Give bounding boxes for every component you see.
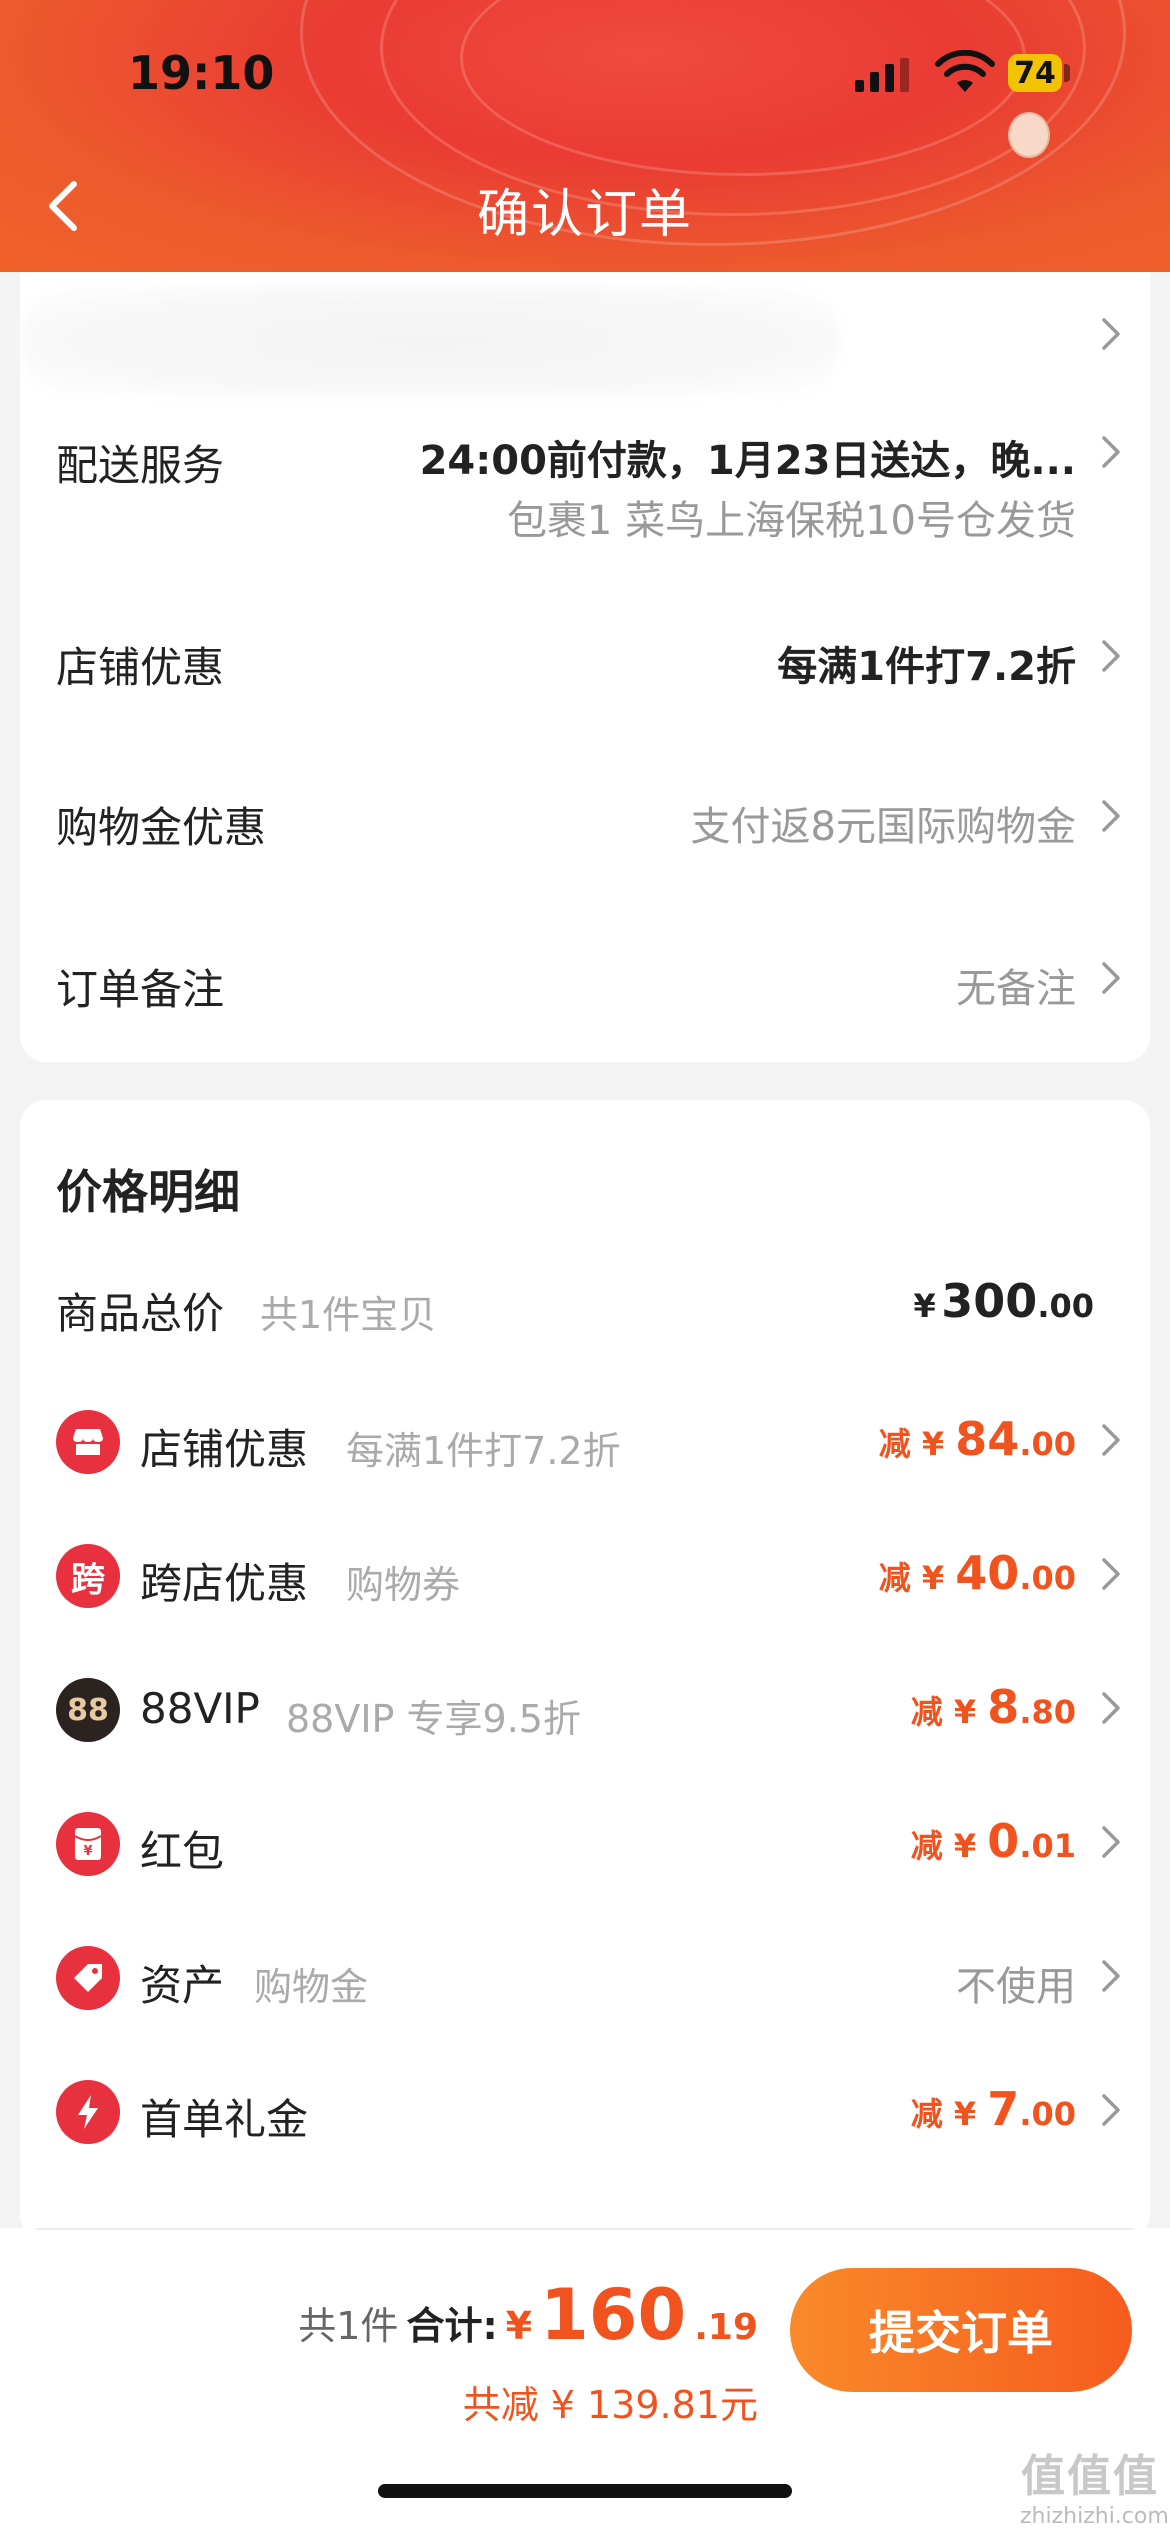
price-detail-card: 价格明细 商品总价 共1件宝贝 ¥ 300.00 店铺优惠 每满1件打7.2折 … <box>20 1100 1150 2240</box>
first-order-gift-label: 首单礼金 <box>140 2095 309 2144</box>
goods-total-label: 商品总价 <box>56 1289 225 1338</box>
divider <box>36 2228 1134 2230</box>
delivery-label: 配送服务 <box>56 441 225 490</box>
lantern-icon <box>1008 112 1050 158</box>
cross-store-amount: 减 ¥ 40.00 <box>878 1546 1076 1600</box>
asset-value: 不使用 <box>956 1964 1076 2010</box>
status-time: 19:10 <box>128 46 275 100</box>
delivery-service-row[interactable]: 配送服务 24:00前付款，1月23日送达，晚... 包裹1 菜鸟上海保税10号… <box>20 412 1150 562</box>
address-row[interactable] <box>20 272 1150 402</box>
red-packet-label: 红包 <box>140 1827 225 1876</box>
watermark: 值值值 zhizhizhi.com <box>1020 2440 1169 2529</box>
total-saved: 共减 ¥ 139.81元 <box>462 2383 758 2427</box>
lightning-icon <box>56 2080 120 2144</box>
chevron-right-icon <box>1102 1424 1120 1456</box>
chevron-right-icon <box>1102 1960 1120 1992</box>
first-order-gift-amount: 减 ¥ 7.00 <box>910 2082 1076 2136</box>
shopping-credit-value: 支付返8元国际购物金 <box>690 804 1076 850</box>
submit-order-button[interactable]: 提交订单 <box>790 2268 1132 2392</box>
store-discount-value: 每满1件打7.2折 <box>777 644 1076 690</box>
total-currency: ¥ <box>505 2304 533 2348</box>
asset-row[interactable]: 资产 购物金 不使用 <box>20 1928 1150 2028</box>
cross-store-label: 跨店优惠 <box>140 1559 309 1608</box>
price-detail-title: 价格明细 <box>56 1165 240 1219</box>
order-note-label: 订单备注 <box>56 965 225 1014</box>
store-discount-row[interactable]: 店铺优惠 每满1件打7.2折 <box>20 612 1150 712</box>
store-icon <box>56 1410 120 1474</box>
asset-sub: 购物金 <box>254 1965 369 2009</box>
cross-store-sub: 购物券 <box>346 1563 461 1607</box>
order-info-card: 配送服务 24:00前付款，1月23日送达，晚... 包裹1 菜鸟上海保税10号… <box>20 272 1150 1062</box>
shopping-credit-row[interactable]: 购物金优惠 支付返8元国际购物金 <box>20 772 1150 872</box>
total-label: 合计: <box>406 2304 498 2348</box>
chevron-right-icon <box>1102 1692 1120 1724</box>
battery-icon: 74 <box>1008 54 1062 92</box>
home-indicator[interactable] <box>378 2484 792 2498</box>
battery-tip <box>1064 64 1070 82</box>
header-bar: 19:10 74 确认订单 <box>0 0 1170 272</box>
total-decimal: .19 <box>694 2307 758 2348</box>
chevron-right-icon <box>1102 962 1120 994</box>
red-packet-icon: ¥ <box>56 1812 120 1876</box>
shopping-credit-label: 购物金优惠 <box>56 803 267 852</box>
store-discount-detail-sub: 每满1件打7.2折 <box>346 1429 621 1473</box>
address-redacted <box>20 286 840 396</box>
goods-total-amount: ¥ 300.00 <box>913 1274 1094 1328</box>
chevron-right-icon <box>1102 2094 1120 2126</box>
chevron-right-icon <box>1102 318 1120 350</box>
store-discount-amount: 减 ¥ 84.00 <box>878 1412 1076 1466</box>
store-discount-detail-row[interactable]: 店铺优惠 每满1件打7.2折 减 ¥ 84.00 <box>20 1392 1150 1492</box>
vip88-discount-row[interactable]: 88 88VIP 88VIP 专享9.5折 减 ¥ 8.80 <box>20 1660 1150 1760</box>
store-discount-detail-label: 店铺优惠 <box>140 1425 309 1474</box>
delivery-value: 24:00前付款，1月23日送达，晚... <box>419 438 1076 484</box>
chevron-right-icon <box>1102 800 1120 832</box>
cross-store-icon: 跨 <box>56 1544 120 1608</box>
vip88-sub: 88VIP 专享9.5折 <box>286 1697 581 1741</box>
chevron-right-icon <box>1102 640 1120 672</box>
red-packet-amount: 减 ¥ 0.01 <box>910 1814 1076 1868</box>
red-packet-row[interactable]: ¥ 红包 减 ¥ 0.01 <box>20 1794 1150 1894</box>
vip88-amount: 减 ¥ 8.80 <box>910 1680 1076 1734</box>
order-note-row[interactable]: 订单备注 无备注 <box>20 934 1150 1034</box>
asset-label: 资产 <box>140 1961 225 2010</box>
first-order-gift-row[interactable]: 首单礼金 减 ¥ 7.00 <box>20 2062 1150 2162</box>
cross-store-discount-row[interactable]: 跨 跨店优惠 购物券 减 ¥ 40.00 <box>20 1526 1150 1626</box>
asset-tag-icon <box>56 1946 120 2010</box>
chevron-right-icon <box>1102 1826 1120 1858</box>
page-title: 确认订单 <box>476 185 693 245</box>
watermark-site: zhizhizhi.com <box>1020 2504 1169 2529</box>
svg-text:¥: ¥ <box>83 1844 92 1859</box>
delivery-warehouse: 包裹1 菜鸟上海保税10号仓发货 <box>506 498 1076 544</box>
order-note-value: 无备注 <box>956 966 1076 1012</box>
watermark-logo: 值值值 <box>1021 2451 1159 2502</box>
chevron-right-icon <box>1102 436 1120 468</box>
wifi-icon <box>935 50 995 92</box>
goods-total-row: 商品总价 共1件宝贝 ¥ 300.00 <box>20 1258 1150 1358</box>
goods-total-count: 共1件宝贝 <box>260 1293 437 1337</box>
vip-88-icon: 88 <box>56 1678 120 1742</box>
item-count: 共1件 <box>298 2304 399 2348</box>
store-discount-label: 店铺优惠 <box>56 643 225 692</box>
chevron-right-icon <box>1102 1558 1120 1590</box>
total-integer: 160 <box>540 2274 687 2356</box>
order-total: 共1件 合计: ¥160.19 <box>298 2274 758 2356</box>
vip88-label: 88VIP <box>140 1684 260 1733</box>
cellular-signal-icon <box>855 58 909 92</box>
